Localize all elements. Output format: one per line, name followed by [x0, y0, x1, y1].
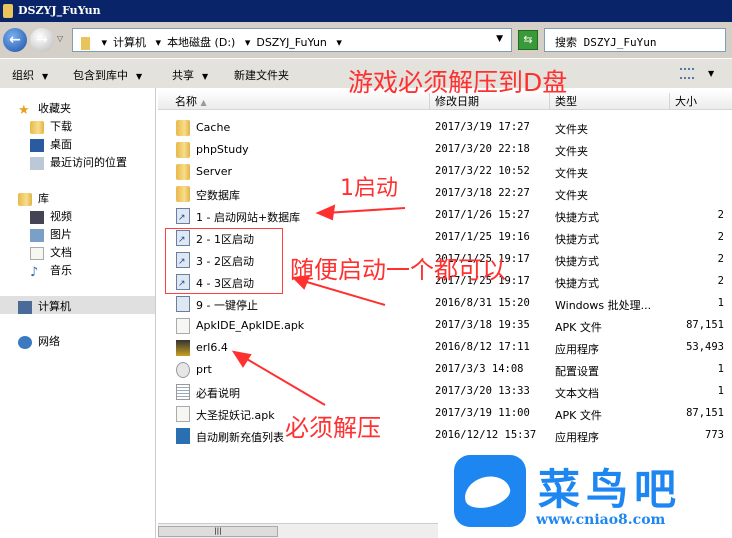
- arrow-head: [315, 204, 336, 221]
- bird-logo-icon: [454, 455, 526, 527]
- annotation-any: 随便启动一个都可以: [290, 256, 506, 284]
- watermark-title: 菜鸟吧: [538, 465, 683, 514]
- annotation-extract: 必须解压: [285, 414, 381, 442]
- annotation-top: 游戏必须解压到D盘: [348, 68, 568, 97]
- watermark-url: www.cniao8.com: [536, 512, 666, 528]
- arrow-start1: [324, 207, 406, 214]
- horizontal-scrollbar[interactable]: |||: [158, 523, 438, 538]
- watermark: 菜鸟吧 www.cniao8.com: [440, 450, 732, 538]
- annotation-start1: 1启动: [340, 176, 398, 201]
- scrollbar-thumb[interactable]: |||: [158, 526, 278, 537]
- arrow-extract: [239, 354, 326, 406]
- arrow-head: [231, 350, 252, 368]
